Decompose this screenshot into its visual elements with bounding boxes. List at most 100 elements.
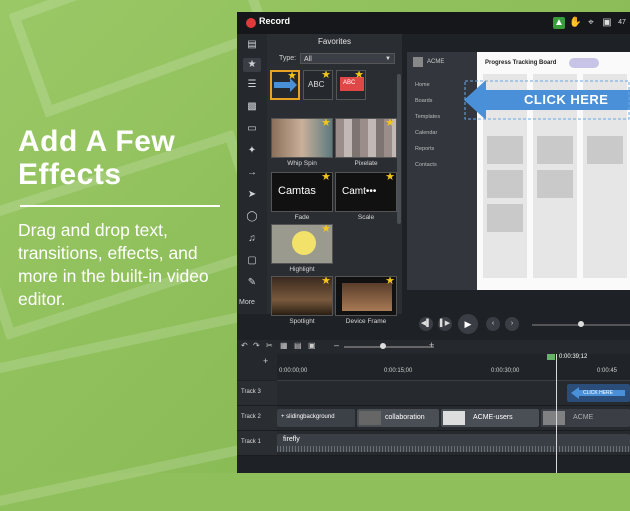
track-header[interactable]: Track 3: [237, 381, 277, 406]
type-filter-select[interactable]: All ▼: [300, 53, 395, 64]
transitions-icon[interactable]: ▭: [243, 122, 261, 136]
preview-nav-item: Home: [415, 82, 430, 88]
annotations-icon[interactable]: ▩: [243, 100, 261, 114]
highlight-circle: [292, 231, 316, 255]
editor-window: Record ▲ ✋ ⌖ ▣ 47 ▤ ★ ☰ ▩ ▭ ✦ → ➤ ◯ ♫ ▢ …: [237, 12, 630, 473]
play-button[interactable]: ▶: [458, 314, 478, 334]
record-button-label[interactable]: Record: [259, 16, 290, 26]
track-2[interactable]: + slidingbackground collaboration ACME-u…: [277, 406, 630, 431]
star-icon: ★: [385, 172, 395, 183]
record-icon[interactable]: [246, 18, 256, 28]
cut-button[interactable]: ✂: [266, 341, 273, 350]
timeline-ruler[interactable]: 0:00:00;00 0:00:15;00 0:00:30;00 0:00:45…: [277, 354, 630, 381]
track-3[interactable]: CLICK HERE: [277, 381, 630, 406]
highlight-tile[interactable]: ★: [271, 224, 333, 264]
playhead-handle[interactable]: [547, 354, 555, 360]
promo-body: Drag and drop text, transitions, effects…: [18, 220, 209, 309]
preview-avatars: [569, 58, 599, 68]
behaviors-icon[interactable]: ✦: [243, 144, 261, 158]
animations-icon[interactable]: →: [243, 166, 261, 180]
voice-narration-icon[interactable]: ◯: [243, 210, 261, 224]
preview-card: [587, 136, 623, 164]
split-button[interactable]: ▣: [308, 341, 316, 350]
hand-icon[interactable]: ✋: [569, 17, 581, 29]
preview-card: [487, 136, 523, 164]
clip-label: collaboration: [385, 414, 425, 421]
track-header[interactable]: Track 1: [237, 431, 277, 456]
zoom-level[interactable]: 47: [617, 17, 627, 29]
clip-thumbnail: [359, 411, 381, 425]
pixelate-tile[interactable]: ★: [335, 118, 397, 158]
seek-knob[interactable]: [578, 321, 584, 327]
tile-caption: Scale: [357, 214, 375, 221]
scale-tile-text: Camt•••: [342, 186, 377, 197]
tile-caption: Device Frame: [345, 318, 387, 325]
media-clip[interactable]: collaboration: [357, 409, 439, 427]
preview-card: [487, 204, 523, 232]
preview-card: [537, 136, 573, 164]
star-icon: ★: [321, 70, 331, 81]
tile-caption: Whip Spin: [287, 160, 317, 167]
panel-scrollbar[interactable]: [397, 74, 401, 224]
callout-tile-arrow[interactable]: ★: [270, 70, 300, 100]
device-frame-tile[interactable]: ★: [335, 276, 397, 316]
promo-heading-line2: Effects: [18, 158, 122, 191]
zoom-in-button[interactable]: +: [429, 340, 434, 350]
timeline-zoom-slider[interactable]: [344, 343, 434, 349]
callout-tile-red[interactable]: ABC ★: [336, 70, 366, 100]
undo-button[interactable]: ↶: [241, 341, 248, 350]
preview-card: [487, 170, 523, 198]
star-icon: ★: [321, 276, 331, 287]
promo-heading: Add A Few Effects: [18, 125, 233, 191]
tile-caption: Fade: [294, 214, 310, 221]
track-1[interactable]: firefly: [277, 431, 630, 456]
audio-effects-icon[interactable]: ♫: [243, 232, 261, 246]
more-tools-link[interactable]: More: [239, 299, 255, 306]
crop-icon[interactable]: ⌖: [585, 17, 597, 29]
spotlight-tile[interactable]: ★: [271, 276, 333, 316]
seek-bar[interactable]: [532, 321, 630, 327]
star-icon: ★: [385, 276, 395, 287]
zoom-knob[interactable]: [380, 343, 386, 349]
redo-button[interactable]: ↷: [253, 341, 260, 350]
whip-spin-tile[interactable]: ★: [271, 118, 333, 158]
select-icon[interactable]: ▲: [553, 17, 565, 29]
next-clip-button[interactable]: ›: [505, 317, 519, 331]
preview-brand: ACME: [427, 59, 445, 65]
promo-text-block: Add A Few Effects Drag and drop text, tra…: [18, 125, 233, 311]
group-clip[interactable]: + slidingbackground: [277, 409, 355, 427]
fit-icon[interactable]: ▣: [601, 17, 613, 29]
cursor-effects-icon[interactable]: ➤: [243, 188, 261, 202]
callout-text-sample: ABC: [308, 80, 325, 89]
paste-button[interactable]: ▤: [294, 341, 302, 350]
media-clip[interactable]: ACME: [541, 409, 630, 427]
track-header[interactable]: Track 2: [237, 406, 277, 431]
step-back-button[interactable]: ◀▌: [419, 317, 433, 331]
add-track-icon[interactable]: +: [263, 356, 268, 366]
click-here-callout[interactable]: CLICK HERE: [464, 80, 630, 120]
promo-heading-line1: Add A Few: [18, 125, 176, 158]
tile-caption: Highlight: [289, 266, 315, 273]
callout-clip[interactable]: CLICK HERE: [567, 384, 630, 402]
scale-tile[interactable]: Camt••• ★: [335, 172, 397, 212]
acme-logo-icon: [413, 57, 423, 67]
interactivity-icon[interactable]: ✎: [243, 276, 261, 290]
audio-waveform: [277, 446, 630, 452]
visual-effects-icon[interactable]: ▢: [243, 254, 261, 268]
audio-clip[interactable]: firefly: [277, 434, 630, 452]
clip-label: ACME: [573, 414, 594, 421]
favorites-icon[interactable]: ★: [243, 58, 261, 72]
fade-tile[interactable]: Camtas ★: [271, 172, 333, 212]
clip-label: firefly: [283, 436, 300, 443]
media-bin-icon[interactable]: ▤: [243, 38, 261, 52]
library-icon[interactable]: ☰: [243, 78, 261, 92]
zoom-out-button[interactable]: –: [334, 340, 339, 350]
favorites-panel: Favorites Type: All ▼ ★ ABC ★ ABC ★ ★ Whi…: [267, 34, 402, 325]
device-frame-screen: [342, 283, 392, 311]
previous-clip-button[interactable]: ‹: [486, 317, 500, 331]
step-forward-button[interactable]: ▌▶: [438, 317, 452, 331]
media-clip[interactable]: ACME-users: [441, 409, 539, 427]
callout-tile-text[interactable]: ABC ★: [303, 70, 333, 100]
copy-button[interactable]: ▦: [280, 341, 288, 350]
preview-nav-item: Contacts: [415, 162, 437, 168]
